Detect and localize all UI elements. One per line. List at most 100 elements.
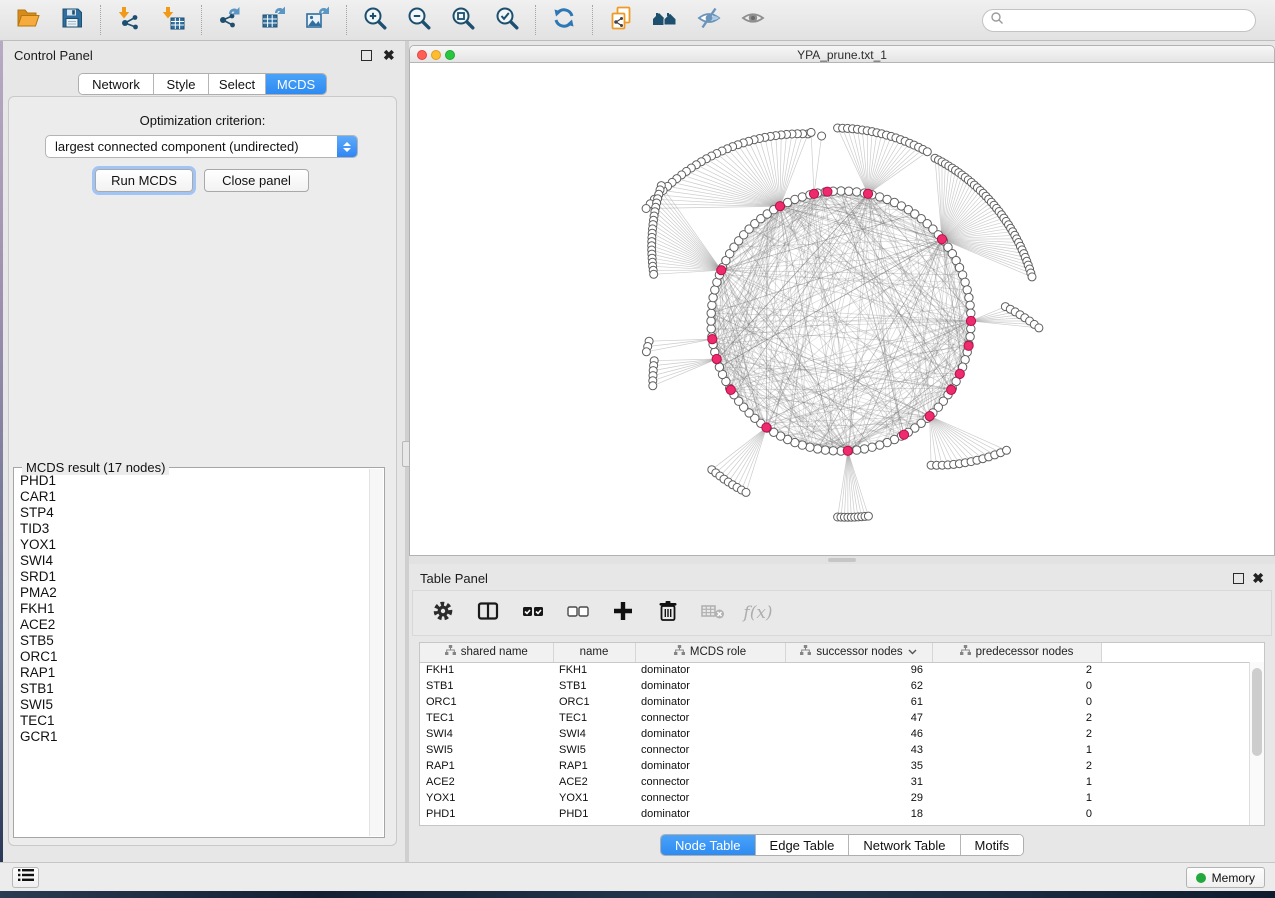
table-cell[interactable]: SWI5	[420, 742, 553, 758]
table-cell[interactable]: 46	[785, 726, 932, 742]
table-cell[interactable]: 61	[785, 694, 932, 710]
table-cell[interactable]: dominator	[635, 694, 785, 710]
table-cell[interactable]: dominator	[635, 662, 785, 678]
table-cell[interactable]: RAP1	[420, 758, 553, 774]
table-row[interactable]: ACE2ACE2connector311	[420, 774, 1264, 790]
table-cell[interactable]: STB1	[420, 678, 553, 694]
table-cell[interactable]: PHD1	[420, 806, 553, 822]
result-node-item[interactable]: STB1	[20, 681, 369, 697]
table-cell[interactable]: TEC1	[553, 710, 635, 726]
table-row[interactable]: SWI5SWI5connector431	[420, 742, 1264, 758]
table-cell[interactable]: connector	[635, 774, 785, 790]
table-row[interactable]: SWI4SWI4dominator462	[420, 726, 1264, 742]
column-header-shared-name[interactable]: shared name	[420, 643, 553, 662]
table-row[interactable]: YOX1YOX1connector291	[420, 790, 1264, 806]
table-cell[interactable]: 47	[785, 710, 932, 726]
function-button[interactable]: f(x)	[745, 600, 771, 626]
table-cell[interactable]: 2	[932, 710, 1101, 726]
search-field[interactable]	[982, 9, 1256, 32]
export-image-button[interactable]	[304, 6, 332, 34]
table-cell[interactable]: 35	[785, 758, 932, 774]
task-history-button[interactable]	[12, 867, 39, 888]
zoom-selected-button[interactable]	[493, 6, 521, 34]
network-titlebar[interactable]: YPA_prune.txt_1	[410, 46, 1274, 63]
table-cell[interactable]: 0	[932, 678, 1101, 694]
table-cell[interactable]: 62	[785, 678, 932, 694]
table-cell[interactable]: dominator	[635, 758, 785, 774]
result-node-item[interactable]: TID3	[20, 521, 369, 537]
table-cell[interactable]: 43	[785, 742, 932, 758]
gear-button[interactable]	[430, 600, 456, 626]
table-cell[interactable]: connector	[635, 790, 785, 806]
table-cell[interactable]: 1	[932, 790, 1101, 806]
table-cell[interactable]: 2	[932, 758, 1101, 774]
mcds-result-scrollbar[interactable]	[369, 469, 383, 836]
table-cell[interactable]: 1	[932, 742, 1101, 758]
table-cell[interactable]: TEC1	[420, 710, 553, 726]
table-cell[interactable]: ACE2	[420, 774, 553, 790]
column-header-predecessor-nodes[interactable]: predecessor nodes	[932, 643, 1101, 662]
table-cell[interactable]: 29	[785, 790, 932, 806]
table-scrollbar-thumb[interactable]	[1252, 668, 1262, 756]
table-cell[interactable]: STB1	[553, 678, 635, 694]
deselect-all-button[interactable]	[565, 600, 591, 626]
open-folder-button[interactable]	[14, 6, 42, 34]
result-node-item[interactable]: STP4	[20, 505, 369, 521]
table-cell[interactable]: PHD1	[553, 806, 635, 822]
result-node-item[interactable]: CAR1	[20, 489, 369, 505]
table-cell[interactable]: ACE2	[553, 774, 635, 790]
tab-edge-table[interactable]: Edge Table	[755, 835, 849, 855]
memory-button[interactable]: Memory	[1186, 867, 1265, 888]
table-row[interactable]: FKH1FKH1dominator962	[420, 662, 1264, 678]
zoom-out-button[interactable]	[405, 6, 433, 34]
delete-table-button[interactable]	[700, 600, 726, 626]
result-node-item[interactable]: SWI5	[20, 697, 369, 713]
column-header-MCDS-role[interactable]: MCDS role	[635, 643, 785, 662]
tab-mcds[interactable]: MCDS	[265, 74, 326, 94]
mcds-result-list[interactable]: PHD1CAR1STP4TID3YOX1SWI4SRD1PMA2FKH1ACE2…	[14, 470, 369, 837]
tab-select[interactable]: Select	[208, 74, 265, 94]
save-button[interactable]	[58, 6, 86, 34]
result-node-item[interactable]: RAP1	[20, 665, 369, 681]
tab-node-table[interactable]: Node Table	[661, 835, 755, 855]
show-style-button[interactable]	[739, 6, 767, 34]
search-input[interactable]	[1008, 12, 1255, 30]
table-cell[interactable]: FKH1	[553, 662, 635, 678]
table-cell[interactable]: 31	[785, 774, 932, 790]
network-canvas[interactable]	[410, 63, 1274, 555]
table-cell[interactable]: 18	[785, 806, 932, 822]
table-cell[interactable]: dominator	[635, 726, 785, 742]
result-node-item[interactable]: TEC1	[20, 713, 369, 729]
delete-button[interactable]	[655, 600, 681, 626]
table-cell[interactable]: 96	[785, 662, 932, 678]
table-cell[interactable]: 1	[932, 774, 1101, 790]
table-cell[interactable]: 0	[932, 694, 1101, 710]
zoom-fit-button[interactable]	[449, 6, 477, 34]
float-panel-icon[interactable]	[1233, 573, 1244, 584]
table-row[interactable]: RAP1RAP1dominator352	[420, 758, 1264, 774]
tab-motifs[interactable]: Motifs	[960, 835, 1024, 855]
export-table-button[interactable]	[260, 6, 288, 34]
result-node-item[interactable]: ORC1	[20, 649, 369, 665]
import-network-button[interactable]	[115, 6, 143, 34]
table-cell[interactable]: connector	[635, 742, 785, 758]
close-panel-icon[interactable]: ✖	[1252, 569, 1264, 587]
table-scrollbar[interactable]	[1249, 662, 1264, 825]
table-cell[interactable]: FKH1	[420, 662, 553, 678]
horizontal-splitter[interactable]	[409, 556, 1275, 564]
result-node-item[interactable]: ACE2	[20, 617, 369, 633]
table-row[interactable]: TEC1TEC1connector472	[420, 710, 1264, 726]
result-node-item[interactable]: GCR1	[20, 729, 369, 745]
table-cell[interactable]: ORC1	[420, 694, 553, 710]
result-node-item[interactable]: SRD1	[20, 569, 369, 585]
add-button[interactable]	[610, 600, 636, 626]
table-row[interactable]: STB1STB1dominator620	[420, 678, 1264, 694]
table-cell[interactable]: SWI4	[420, 726, 553, 742]
table-cell[interactable]: 2	[932, 662, 1101, 678]
result-node-item[interactable]: STB5	[20, 633, 369, 649]
table-cell[interactable]: YOX1	[420, 790, 553, 806]
close-panel-button[interactable]: Close panel	[204, 169, 309, 192]
refresh-button[interactable]	[550, 6, 578, 34]
table-cell[interactable]: dominator	[635, 806, 785, 822]
network-overview-button[interactable]	[651, 6, 679, 34]
